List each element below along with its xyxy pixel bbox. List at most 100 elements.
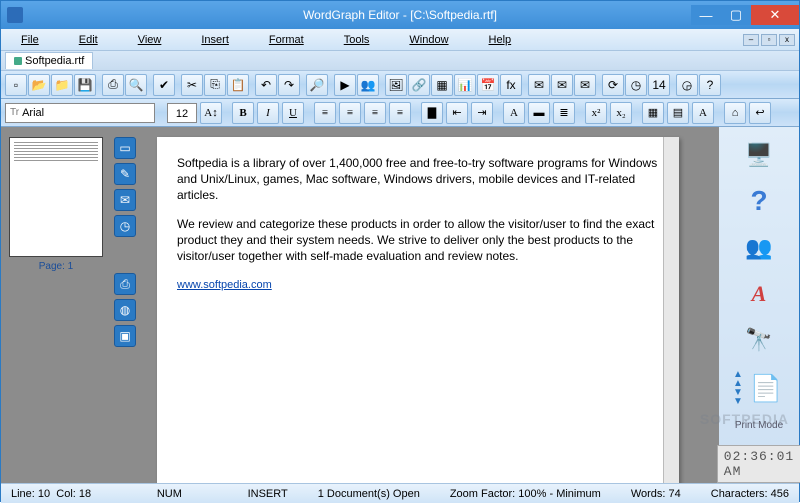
mdi-restore-button[interactable]: ▫ xyxy=(761,34,777,46)
help-question-icon[interactable]: ? xyxy=(740,185,778,217)
thumbnail-panel: Page: 1 xyxy=(1,127,111,483)
minimize-button[interactable]: — xyxy=(691,5,721,25)
status-zoom: Zoom Factor: 100% - Minimum xyxy=(450,488,601,500)
menu-help[interactable]: Help xyxy=(489,34,512,46)
close-button[interactable]: ✕ xyxy=(751,5,799,25)
side-media-icon[interactable]: ▣ xyxy=(114,325,136,347)
thumbnail-label: Page: 1 xyxy=(9,261,103,272)
cut-button[interactable]: ✂ xyxy=(181,74,203,96)
side-edit-icon[interactable]: ✎ xyxy=(114,163,136,185)
menu-view[interactable]: View xyxy=(138,34,162,46)
font-size-input[interactable]: 12 xyxy=(167,103,197,123)
menu-bar: File Edit View Insert Format Tools Windo… xyxy=(1,29,799,51)
tab-document[interactable]: Softpedia.rtf xyxy=(5,52,93,69)
date-button[interactable]: 📅 xyxy=(477,74,499,96)
indent-left-button[interactable]: ⇤ xyxy=(446,102,468,124)
binoculars-icon[interactable]: 🔭 xyxy=(740,324,778,356)
side-comment-icon[interactable]: ✉ xyxy=(114,189,136,211)
form-button[interactable]: ▦ xyxy=(431,74,453,96)
fx-button[interactable]: fx xyxy=(500,74,522,96)
workspace: Page: 1 ▭ ✎ ✉ ◷ ⎙ ◍ ▣ Softpedia is a lib… xyxy=(1,127,799,483)
bullets-button[interactable]: ≣ xyxy=(553,102,575,124)
redo-button[interactable]: ↷ xyxy=(278,74,300,96)
sub-button[interactable]: x₂ xyxy=(610,102,632,124)
back-button[interactable]: ↩ xyxy=(749,102,771,124)
save-button[interactable]: 💾 xyxy=(74,74,96,96)
users-icon[interactable]: 👥 xyxy=(740,231,778,263)
paste-button[interactable]: 📋 xyxy=(227,74,249,96)
document-tabs: Softpedia.rtf xyxy=(1,51,799,71)
side-page-icon[interactable]: ▭ xyxy=(114,137,136,159)
status-chars: Characters: 456 xyxy=(711,488,789,500)
menu-edit[interactable]: Edit xyxy=(79,34,98,46)
monitor-icon[interactable]: 🖥️ xyxy=(740,139,778,171)
chart-button[interactable]: 📊 xyxy=(454,74,476,96)
side-globe-icon[interactable]: ◍ xyxy=(114,299,136,321)
italic-button[interactable]: I xyxy=(257,102,279,124)
fill-button[interactable]: ▬ xyxy=(528,102,550,124)
color-button[interactable]: A xyxy=(503,102,525,124)
status-line: Line: 10 Col: 18 xyxy=(11,488,91,500)
border-button[interactable]: ▦ xyxy=(642,102,664,124)
window-title: WordGraph Editor - [C:\Softpedia.rtf] xyxy=(303,8,497,22)
open-folder-button[interactable]: 📁 xyxy=(51,74,73,96)
menu-insert[interactable]: Insert xyxy=(201,34,229,46)
side-clock-icon[interactable]: ◷ xyxy=(114,215,136,237)
app-icon xyxy=(7,7,23,23)
size-up-button[interactable]: A↕ xyxy=(200,102,222,124)
mail-button[interactable]: ✉ xyxy=(574,74,596,96)
users-button[interactable]: 👥 xyxy=(357,74,379,96)
align-right-button[interactable]: ≡ xyxy=(364,102,386,124)
mail-send-button[interactable]: ✉ xyxy=(551,74,573,96)
calendar-button[interactable]: 14 xyxy=(648,74,670,96)
copy-button[interactable]: ⎘ xyxy=(204,74,226,96)
align-justify-button[interactable]: ≡ xyxy=(389,102,411,124)
highlight-button[interactable]: ▇ xyxy=(421,102,443,124)
nav-arrows[interactable]: ▲▲▼▼ xyxy=(733,370,743,406)
clock-display: 02:36:01 AM xyxy=(717,445,800,483)
link-button[interactable]: 🔗 xyxy=(408,74,430,96)
open-button[interactable]: 📂 xyxy=(28,74,50,96)
format-toolbar: Arial 12 A↕BIU≡≡≡≡▇⇤⇥A▬≣x²x₂▦▤A⌂↩ xyxy=(1,99,799,127)
bold-button[interactable]: B xyxy=(232,102,254,124)
print-mode-icon[interactable]: 📄 xyxy=(747,371,785,405)
font-settings-icon[interactable]: A xyxy=(740,278,778,310)
font-dlg-button[interactable]: A xyxy=(692,102,714,124)
hyperlink[interactable]: www.softpedia.com xyxy=(177,279,272,291)
font-name: Arial xyxy=(22,107,44,119)
mail-new-button[interactable]: ✉ xyxy=(528,74,550,96)
document-page[interactable]: Softpedia is a library of over 1,400,000… xyxy=(157,137,679,483)
new-button[interactable]: ▫ xyxy=(5,74,27,96)
shade-button[interactable]: ▤ xyxy=(667,102,689,124)
picture-button[interactable]: 🖼 xyxy=(385,74,407,96)
menu-window[interactable]: Window xyxy=(409,34,448,46)
super-button[interactable]: x² xyxy=(585,102,607,124)
run-button[interactable]: ▶ xyxy=(334,74,356,96)
menu-format[interactable]: Format xyxy=(269,34,304,46)
vertical-scrollbar[interactable] xyxy=(663,137,679,483)
align-center-button[interactable]: ≡ xyxy=(339,102,361,124)
page-thumbnail[interactable] xyxy=(9,137,103,257)
help-button[interactable]: ? xyxy=(699,74,721,96)
find-button[interactable]: 🔎 xyxy=(306,74,328,96)
maximize-button[interactable]: ▢ xyxy=(721,5,751,25)
side-print-icon[interactable]: ⎙ xyxy=(114,273,136,295)
time-button[interactable]: ◷ xyxy=(625,74,647,96)
print-button[interactable]: ⎙ xyxy=(102,74,124,96)
titlebar: WordGraph Editor - [C:\Softpedia.rtf] — … xyxy=(1,1,799,29)
print-preview-button[interactable]: 🔍 xyxy=(125,74,147,96)
spellcheck-button[interactable]: ✔ xyxy=(153,74,175,96)
font-select[interactable]: Arial xyxy=(5,103,155,123)
menu-file[interactable]: File xyxy=(21,34,39,46)
undo-button[interactable]: ↶ xyxy=(255,74,277,96)
watermark: SOFTPEDIA xyxy=(700,411,789,427)
indent-right-button[interactable]: ⇥ xyxy=(471,102,493,124)
mdi-close-button[interactable]: x xyxy=(779,34,795,46)
align-left-button[interactable]: ≡ xyxy=(314,102,336,124)
underline-button[interactable]: U xyxy=(282,102,304,124)
menu-tools[interactable]: Tools xyxy=(344,34,370,46)
mdi-minimize-button[interactable]: – xyxy=(743,34,759,46)
home-button[interactable]: ⌂ xyxy=(724,102,746,124)
refresh-button[interactable]: ⟳ xyxy=(602,74,624,96)
history-button[interactable]: ◶ xyxy=(676,74,698,96)
